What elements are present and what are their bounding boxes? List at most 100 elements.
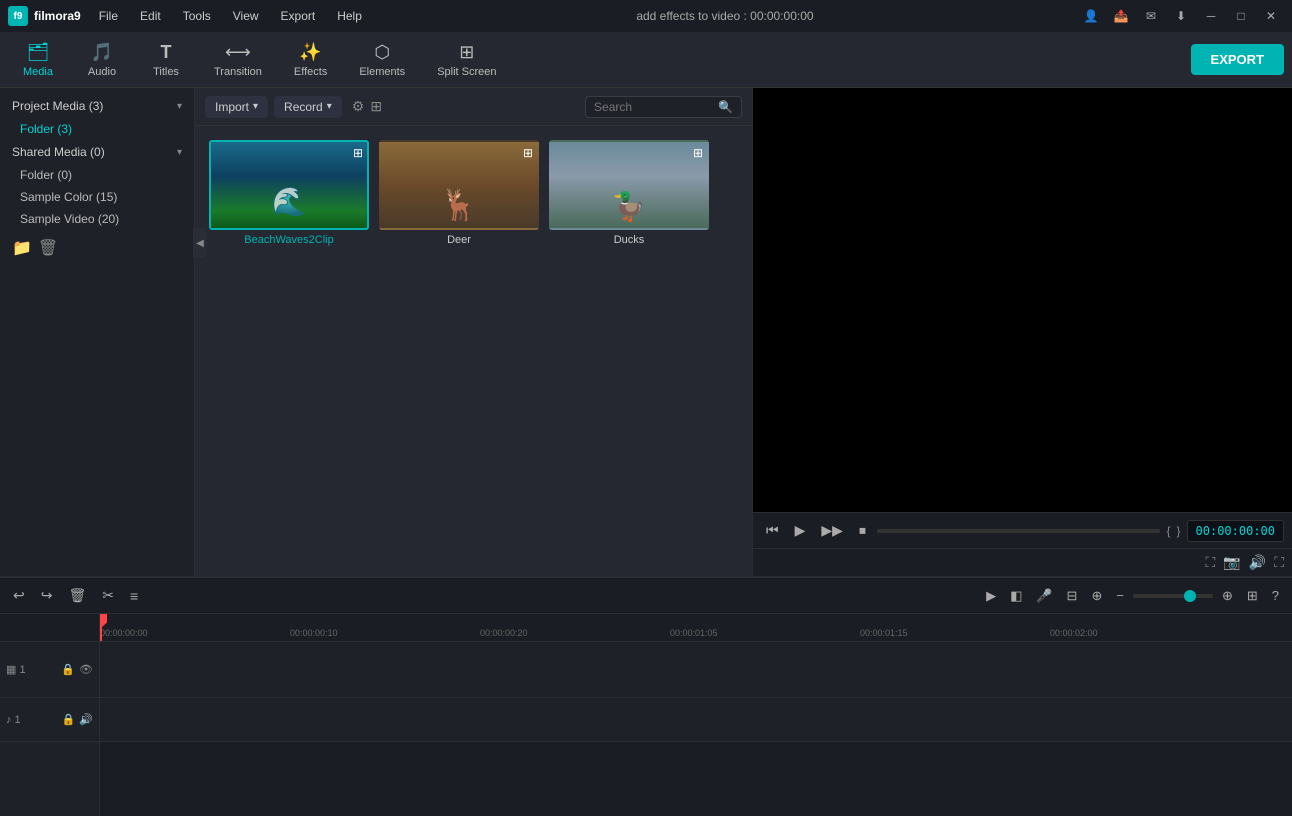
track-header-audio1: ♪ 1 🔒 🔊 [0,698,99,742]
zoom-out-btn[interactable]: − [1111,585,1129,606]
record-label: Record [284,100,323,114]
app-logo: f9 filmora9 [8,6,81,26]
toolbar-titles[interactable]: T Titles [136,36,196,84]
bracket-left-icon: { [1166,524,1170,538]
zoom-slider[interactable] [1133,594,1213,598]
prev-frame-btn[interactable]: ⏮ [761,519,784,542]
multi-cam-btn[interactable]: ⊞ [1242,585,1263,607]
next-frame-btn[interactable]: ▶▶ [816,519,848,542]
toolbar-split-screen[interactable]: ⊞ Split Screen [423,36,510,84]
timeline-content: 00:00:00:00 00:00:00:10 00:00:00:20 00:0… [100,614,1292,816]
sidebar-shared-header[interactable]: Shared Media (0) ▾ [0,140,194,164]
ruler-label: 00:00:01:05 [670,628,718,638]
speaker-icon[interactable]: 🔊 [79,713,93,726]
snapshot-icon[interactable]: 📷 [1223,554,1240,571]
sidebar: Project Media (3) ▾ Folder (3) Shared Me… [0,88,195,576]
maximize-btn[interactable]: □ [1228,6,1254,26]
menu-file[interactable]: File [89,5,128,27]
toolbar-elements[interactable]: ⬡ Elements [345,36,419,84]
insert-btn[interactable]: ⊕ [1086,585,1107,607]
sidebar-project-header[interactable]: Project Media (3) ▾ [0,94,194,118]
menu-help[interactable]: Help [327,5,372,27]
lock-icon[interactable]: 🔒 [62,713,76,726]
play-timeline-btn[interactable]: ▶ [981,585,1001,607]
redo-btn[interactable]: ↪ [36,584,58,607]
adjust-btn[interactable]: ≡ [125,585,143,607]
menu-export[interactable]: Export [271,5,326,27]
thumb-grid-icon: ⊞ [523,146,533,160]
ruler-label: 00:00:00:20 [480,628,528,638]
menu-edit[interactable]: Edit [130,5,171,27]
undo-btn[interactable]: ↩ [8,584,30,607]
sidebar-item-folder[interactable]: Folder (3) [0,118,194,140]
fullscreen-icon[interactable]: ⛶ [1206,554,1216,571]
add-new-folder-btn[interactable]: 📁 [12,238,32,258]
titles-label: Titles [153,66,179,78]
toolbar-media[interactable]: 🗂 Media [8,36,68,84]
deer-thumbnail: ⊞ [379,140,539,230]
toolbar-effects[interactable]: ✨ Effects [280,36,341,84]
media-grid: ⊞ BeachWaves2Clip ⊞ Deer ⊞ Ducks [195,126,752,576]
split-screen-label: Split Screen [437,66,496,78]
record-button[interactable]: Record ▾ [274,96,342,118]
mail-btn[interactable]: ✉ [1138,6,1164,26]
sidebar-item-folder0[interactable]: Folder (0) [0,164,194,186]
logo-icon: f9 [8,6,28,26]
import-arrow-icon: ▾ [253,101,258,112]
delete-btn[interactable]: 🗑 [63,584,91,607]
menu-view[interactable]: View [223,5,269,27]
volume-icon[interactable]: 🔊 [1249,554,1266,571]
download-btn[interactable]: ⬇ [1168,6,1194,26]
titlebar-title: add effects to video : 00:00:00:00 [372,9,1078,23]
lock-icon[interactable]: 🔒 [61,663,75,676]
effects-icon: ✨ [299,42,321,63]
toolbar-audio[interactable]: 🎵 Audio [72,36,132,84]
titlebar-left: f9 filmora9 File Edit Tools View Export … [8,5,372,27]
profile-btn[interactable]: 👤 [1078,6,1104,26]
mic-btn[interactable]: 🎤 [1031,585,1057,607]
menu-tools[interactable]: Tools [173,5,221,27]
ruler-label: 00:00:02:00 [1050,628,1098,638]
grid-view-icon[interactable]: ⊞ [370,98,382,115]
list-item[interactable]: ⊞ BeachWaves2Clip [209,140,369,246]
list-item[interactable]: ⊞ Ducks [549,140,709,246]
captions-btn[interactable]: ⊟ [1062,585,1083,607]
sidebar-collapse-btn[interactable]: ◀ [193,228,207,258]
ruler-spacer [0,614,99,642]
track-header-video1: ▦ 1 🔒 👁 [0,642,99,698]
preview-controls: ⏮ ▶ ▶▶ ⏹ { } 00:00:00:00 [753,512,1292,548]
help-btn[interactable]: ? [1267,585,1284,606]
delete-folder-btn[interactable]: 🗑 [38,238,58,258]
beach-thumbnail: ⊞ [209,140,369,230]
zoom-in-btn[interactable]: ⊕ [1217,585,1238,607]
search-input[interactable] [594,100,714,114]
mark-in-btn[interactable]: ◧ [1005,585,1027,607]
import-button[interactable]: Import ▾ [205,96,268,118]
audio-label: Audio [88,66,116,78]
thumb-grid-icon: ⊞ [353,146,363,160]
cut-btn[interactable]: ✂ [97,584,119,607]
timeline-area: ↩ ↪ 🗑 ✂ ≡ ▶ ◧ 🎤 ⊟ ⊕ − ⊕ ⊞ ? ▦ 1 🔒 👁 [0,576,1292,816]
share-btn[interactable]: 📤 [1108,6,1134,26]
close-btn[interactable]: ✕ [1258,6,1284,26]
search-icon: 🔍 [718,100,733,114]
timecode-display: 00:00:00:00 [1187,520,1284,542]
audio-track-content [100,698,1292,741]
filter-icon[interactable]: ⚙ [352,98,365,115]
sidebar-item-sample-color[interactable]: Sample Color (15) [0,186,194,208]
preview-bottom-toolbar: ⛶ 📷 🔊 ⛶ [753,548,1292,576]
stop-btn[interactable]: ⏹ [854,519,871,542]
expand-icon[interactable]: ⛶ [1274,554,1284,571]
project-chevron-icon: ▾ [177,101,182,112]
audio-track-row [100,698,1292,742]
export-button[interactable]: EXPORT [1191,44,1284,75]
transition-icon: ⟷ [225,42,251,63]
progress-bar[interactable] [877,529,1161,533]
toolbar-transition[interactable]: ⟷ Transition [200,36,276,84]
minimize-btn[interactable]: ─ [1198,6,1224,26]
transition-label: Transition [214,66,262,78]
play-pause-btn[interactable]: ▶ [790,519,811,542]
sidebar-item-sample-video[interactable]: Sample Video (20) [0,208,194,230]
eye-icon[interactable]: 👁 [79,663,93,676]
list-item[interactable]: ⊞ Deer [379,140,539,246]
